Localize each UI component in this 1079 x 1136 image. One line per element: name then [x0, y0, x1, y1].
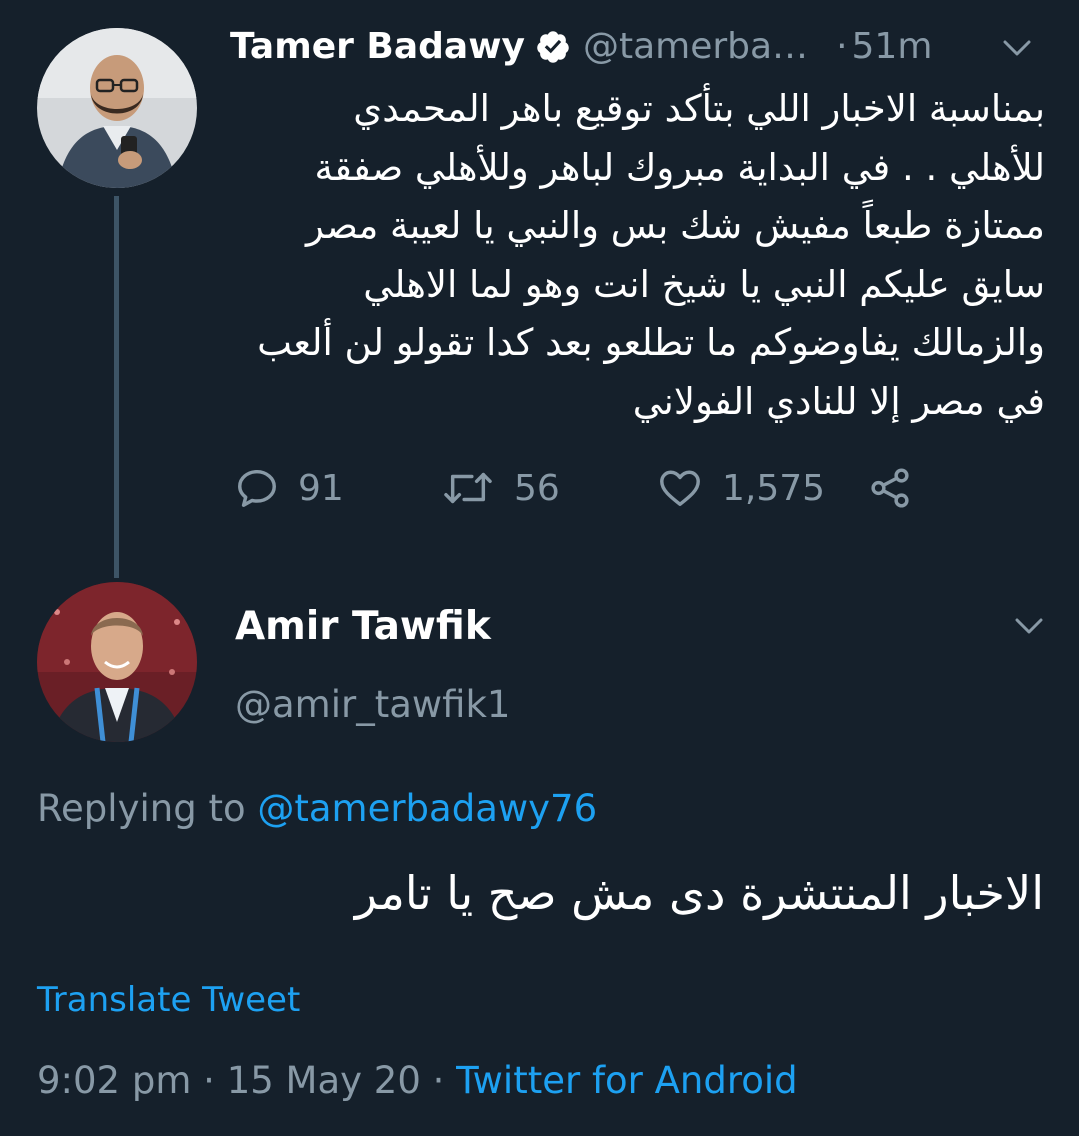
header-separator: · — [836, 26, 848, 67]
tamer-avatar[interactable] — [37, 28, 197, 188]
tweet2-handle[interactable]: @amir_tawfik1 — [235, 678, 510, 732]
retweet-button[interactable]: 56 — [440, 458, 560, 518]
tweet2-date: 15 May 20 — [226, 1059, 421, 1102]
tweet2-metadata: 9:02 pm · 15 May 20 · Twitter for Androi… — [37, 1054, 798, 1108]
tweet2-time: 9:02 pm — [37, 1059, 192, 1102]
tweet1-line: سايق عليكم النبي يا شيخ انت وهو لما الاه… — [363, 262, 1045, 306]
translate-tweet-link[interactable]: Translate Tweet — [37, 975, 300, 1025]
retweet-icon — [444, 472, 492, 504]
tweet-source-link[interactable]: Twitter for Android — [456, 1059, 797, 1102]
tweet1-text: بمناسبة الاخبار اللي بتأكد توقيع باهر ال… — [225, 80, 1045, 432]
like-button[interactable]: 1,575 — [656, 458, 825, 518]
meta-separator: · — [191, 1059, 227, 1102]
tweet2-text: الاخبار المنتشرة دى مش صح يا تامر — [354, 866, 1044, 920]
reply-count: 91 — [298, 467, 344, 509]
tweet1-line: ممتازة طبعاً مفيش شك بس والنبي يا لعيبة … — [305, 204, 1045, 248]
share-icon — [871, 468, 909, 508]
replying-mention-link[interactable]: @tamerbadawy76 — [257, 787, 597, 830]
tweet1-author-name[interactable]: Tamer Badawy — [230, 22, 525, 72]
tweet1-line: للأهلي . . في البداية مبروك لباهر وللأهل… — [314, 145, 1045, 189]
replying-prefix: Replying to — [37, 787, 258, 830]
reply-button[interactable]: 91 — [234, 458, 344, 518]
chevron-down-icon[interactable] — [1002, 38, 1032, 58]
replying-to: Replying to @tamerbadawy76 — [37, 782, 597, 836]
share-button[interactable] — [866, 458, 914, 518]
tweet1-handle[interactable]: @tamerba… — [583, 22, 808, 72]
tweet1-line: في مصر إلا للنادي الفولاني — [632, 379, 1045, 423]
verified-badge-icon — [535, 29, 571, 65]
reply-icon — [238, 469, 276, 507]
tweet2-author-name[interactable]: Amir Tawfik — [235, 600, 491, 654]
thread-connector-line — [114, 196, 119, 578]
meta-separator: · — [420, 1059, 457, 1102]
like-count: 1,575 — [722, 467, 826, 509]
tweet1-time[interactable]: 51m — [852, 22, 933, 72]
tweet1-line: والزمالك يفاوضوكم ما تطلعو بعد كدا تقولو… — [257, 321, 1045, 365]
tweet1-header: Tamer Badawy @tamerba… · 51m — [230, 22, 1050, 72]
heart-icon — [660, 470, 700, 507]
tweet1-line: بمناسبة الاخبار اللي بتأكد توقيع باهر ال… — [353, 87, 1045, 130]
chevron-down-icon[interactable] — [1014, 616, 1044, 636]
amir-avatar[interactable] — [37, 582, 197, 742]
retweet-count: 56 — [514, 467, 560, 509]
tweet-thread: Tamer Badawy @tamerba… · 51m بمناسبة الا… — [0, 0, 1079, 1136]
